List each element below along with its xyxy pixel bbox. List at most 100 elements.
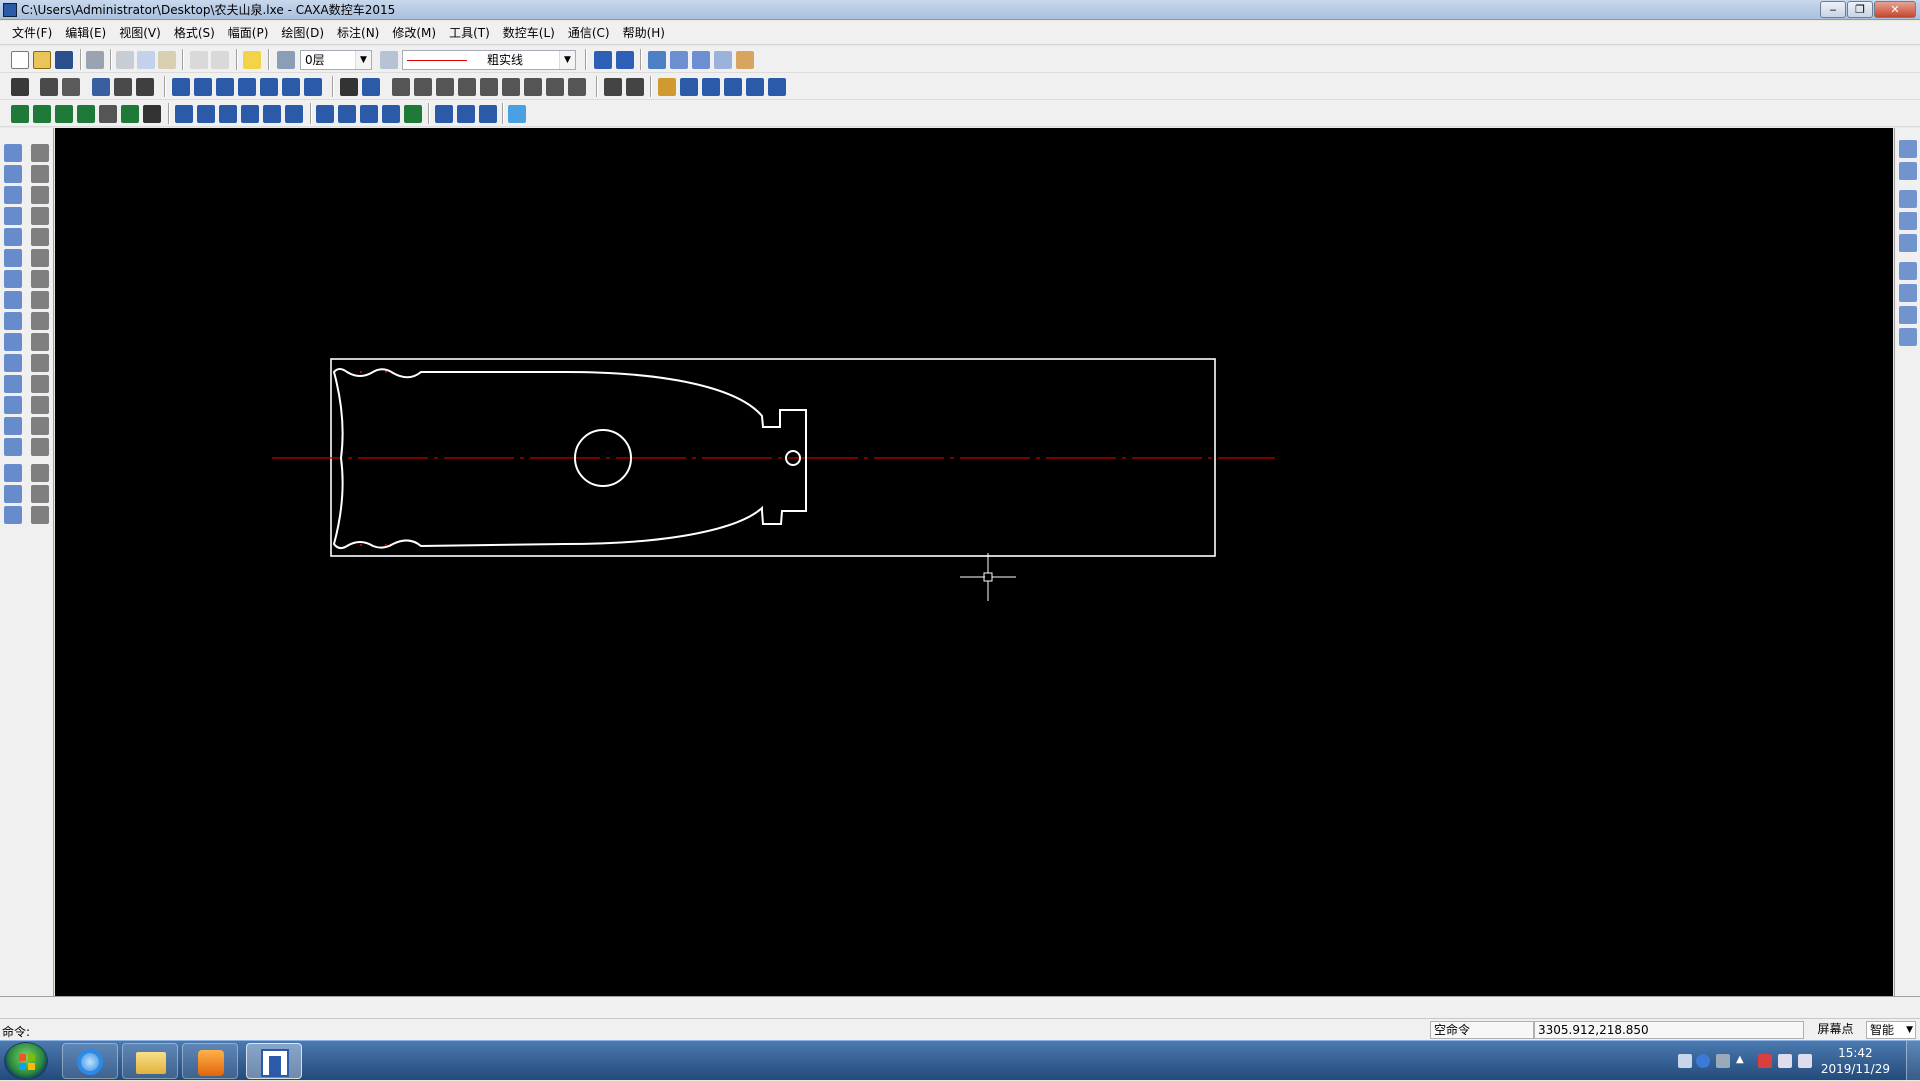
keyboard-icon[interactable] [1678, 1054, 1692, 1068]
rotate-view-icon[interactable] [702, 78, 720, 96]
snap-icon[interactable] [594, 51, 612, 69]
command-input-row[interactable] [0, 996, 1920, 1018]
report-icon[interactable] [457, 105, 475, 123]
rectangle-icon[interactable] [4, 291, 22, 309]
align-icon[interactable] [31, 417, 49, 435]
menu-help[interactable]: 帮助(H) [623, 24, 665, 41]
properties-icon[interactable] [648, 51, 666, 69]
view-icon[interactable] [40, 78, 58, 96]
view-block-icon[interactable] [4, 464, 22, 482]
parallel-line-icon[interactable] [216, 78, 234, 96]
settings-icon[interactable] [692, 51, 710, 69]
array-icon[interactable] [31, 249, 49, 267]
simulate-icon[interactable] [263, 105, 281, 123]
volume-icon[interactable] [1798, 1054, 1812, 1068]
chamfer-line-icon[interactable] [4, 354, 22, 372]
parallel-line-icon[interactable] [4, 165, 22, 183]
roughness-icon[interactable] [414, 78, 432, 96]
layer-manager-icon[interactable] [1899, 190, 1917, 208]
param-icon[interactable] [31, 485, 49, 503]
check-icon[interactable] [285, 105, 303, 123]
polygon-icon[interactable] [4, 312, 22, 330]
menu-edit[interactable]: 编辑(E) [65, 24, 106, 41]
leader-icon[interactable] [392, 78, 410, 96]
explode-icon[interactable] [31, 396, 49, 414]
layer-select[interactable]: 0层 ▼ [300, 50, 372, 70]
menu-draw[interactable]: 绘图(D) [281, 24, 324, 41]
wave-line-icon[interactable] [194, 78, 212, 96]
clock[interactable]: 15:42 2019/11/29 [1821, 1045, 1890, 1077]
point-icon[interactable] [4, 249, 22, 267]
drill-icon[interactable] [77, 105, 95, 123]
caxa-app-icon[interactable] [246, 1043, 302, 1079]
undo-icon[interactable] [190, 51, 208, 69]
tolerance-icon[interactable] [480, 78, 498, 96]
centerline-icon[interactable] [304, 78, 322, 96]
zoom-in-icon[interactable] [746, 78, 764, 96]
layout-icon[interactable] [1899, 140, 1917, 158]
text-tool-icon[interactable] [4, 438, 22, 456]
break-icon[interactable] [31, 333, 49, 351]
snap-mode-select[interactable]: 智能 ▼ [1866, 1021, 1916, 1039]
image-icon[interactable] [4, 506, 22, 524]
angle-line-icon[interactable] [4, 375, 22, 393]
pan-icon[interactable] [680, 78, 698, 96]
drawing-canvas[interactable] [55, 128, 1893, 996]
zoom-out-icon[interactable] [768, 78, 786, 96]
hatch-fill-icon[interactable] [4, 396, 22, 414]
redo-icon[interactable] [211, 51, 229, 69]
new-file-icon[interactable] [11, 51, 29, 69]
section-icon[interactable] [502, 78, 520, 96]
open-folder-icon[interactable] [33, 51, 51, 69]
line-icon[interactable] [4, 144, 22, 162]
close-button[interactable]: ✕ [1874, 1, 1916, 18]
maximize-button[interactable]: ❐ [1847, 1, 1873, 18]
fillet-icon[interactable] [31, 312, 49, 330]
tool-manager-icon[interactable] [1899, 328, 1917, 346]
view-label-icon[interactable] [524, 78, 542, 96]
library-icon[interactable] [1899, 306, 1917, 324]
dimension-icon[interactable] [340, 78, 358, 96]
pencil-icon[interactable] [658, 78, 676, 96]
block-icon[interactable] [4, 417, 22, 435]
help-pointer-icon[interactable] [243, 51, 261, 69]
language-icon[interactable] [1716, 1054, 1730, 1068]
scale-icon[interactable] [31, 270, 49, 288]
parts-list-icon[interactable] [136, 78, 154, 96]
measure-icon[interactable] [626, 78, 644, 96]
parameter-icon[interactable] [360, 105, 378, 123]
export-icon[interactable] [479, 105, 497, 123]
copy-icon[interactable] [137, 51, 155, 69]
insert-icon[interactable] [4, 485, 22, 503]
menu-tools[interactable]: 工具(T) [449, 24, 490, 41]
menu-list-icon[interactable] [508, 105, 526, 123]
help-icon[interactable] [1696, 1054, 1710, 1068]
hatch-icon[interactable] [260, 78, 278, 96]
cut-icon[interactable] [116, 51, 134, 69]
cutter-icon[interactable] [121, 105, 139, 123]
drawing-tool-icon[interactable] [670, 51, 688, 69]
report-icon[interactable] [1899, 234, 1917, 252]
save-icon[interactable] [55, 51, 73, 69]
properties-brush-icon[interactable] [31, 506, 49, 524]
menu-dimension[interactable]: 标注(N) [337, 24, 379, 41]
block-manager-icon[interactable] [1899, 262, 1917, 280]
text-icon[interactable] [568, 78, 586, 96]
ortho-icon[interactable] [616, 51, 634, 69]
menu-modify[interactable]: 修改(M) [392, 24, 436, 41]
tool-library-icon[interactable] [143, 105, 161, 123]
menu-communication[interactable]: 通信(C) [568, 24, 610, 41]
post-process-icon[interactable] [175, 105, 193, 123]
network-icon[interactable] [1778, 1054, 1792, 1068]
tool-path-icon[interactable] [241, 105, 259, 123]
move-icon[interactable] [31, 165, 49, 183]
transfer-icon[interactable] [435, 105, 453, 123]
3d-view-icon[interactable] [1899, 162, 1917, 180]
tray-expand-icon[interactable]: ▲ [1736, 1054, 1750, 1068]
print-icon[interactable] [86, 51, 104, 69]
internet-explorer-icon[interactable] [62, 1043, 118, 1079]
detail-icon[interactable] [546, 78, 564, 96]
menu-view[interactable]: 视图(V) [119, 24, 161, 41]
reverse-read-icon[interactable] [197, 105, 215, 123]
layer-icon[interactable] [277, 51, 295, 69]
